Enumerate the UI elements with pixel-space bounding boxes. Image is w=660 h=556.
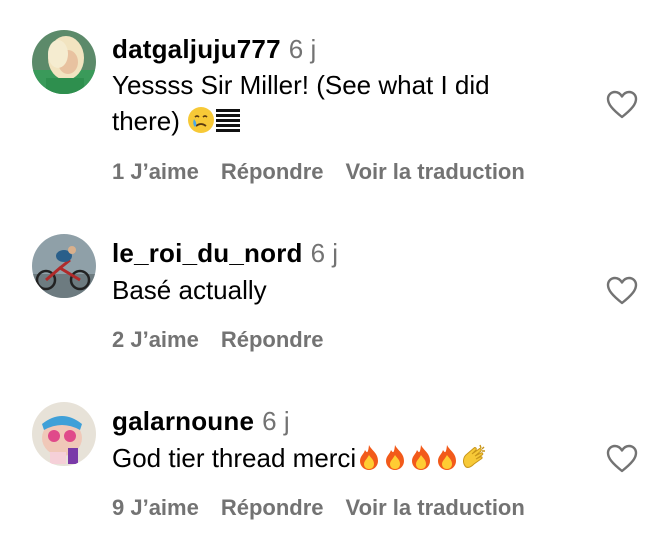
comment-text-line: Yessss Sir Miller! (See what I did: [112, 70, 490, 100]
comment-text-fragment: there): [112, 106, 180, 136]
like-heart-icon[interactable]: [606, 90, 638, 120]
likes-count-button[interactable]: 1 J’aime: [112, 159, 199, 184]
avatar-image: [32, 234, 96, 298]
timestamp[interactable]: 6 j: [289, 34, 316, 64]
like-heart-icon[interactable]: [606, 276, 638, 306]
comment-actions: 1 J’aime Répondre Voir la traduction: [112, 157, 547, 187]
comment-header: galarnoune 6 j: [112, 405, 290, 442]
comment-header: le_roi_du_nord 6 j: [112, 237, 338, 274]
fire-icon: [382, 443, 408, 480]
comment-text: God tier thread merci: [112, 440, 582, 480]
username[interactable]: galarnoune: [112, 406, 254, 436]
see-translation-button[interactable]: Voir la traduction: [346, 495, 525, 520]
like-heart-icon[interactable]: [606, 444, 638, 474]
comment-text-line: God tier thread merci: [112, 440, 582, 480]
avatar[interactable]: [32, 402, 96, 466]
crying-face-icon: [187, 106, 215, 143]
reply-button[interactable]: Répondre: [221, 159, 324, 184]
clapping-hands-icon: [460, 443, 488, 480]
comment-text: Yessss Sir Miller! (See what I did there…: [112, 67, 582, 143]
comment-header: datgaljuju777 6 j: [112, 33, 316, 70]
comment-actions: 9 J’aime Répondre Voir la traduction: [112, 493, 547, 523]
timestamp[interactable]: 6 j: [262, 406, 289, 436]
stacked-lines-icon: [215, 106, 241, 143]
comment-actions: 2 J’aime Répondre: [112, 325, 346, 355]
avatar-image: [32, 402, 96, 466]
likes-count-button[interactable]: 2 J’aime: [112, 327, 199, 352]
see-translation-button[interactable]: Voir la traduction: [346, 159, 525, 184]
fire-icon: [408, 443, 434, 480]
fire-icon: [434, 443, 460, 480]
comment-text-fragment: God tier thread merci: [112, 443, 357, 473]
timestamp[interactable]: 6 j: [311, 238, 338, 268]
avatar[interactable]: [32, 30, 96, 94]
username[interactable]: le_roi_du_nord: [112, 238, 303, 268]
comment-text-line: Basé actually: [112, 275, 267, 305]
reply-button[interactable]: Répondre: [221, 495, 324, 520]
comment-text-line: there): [112, 103, 582, 143]
username[interactable]: datgaljuju777: [112, 34, 281, 64]
comment-text: Basé actually: [112, 272, 582, 308]
avatar-image: [32, 30, 96, 94]
avatar[interactable]: [32, 234, 96, 298]
fire-icon: [356, 443, 382, 480]
likes-count-button[interactable]: 9 J’aime: [112, 495, 199, 520]
reply-button[interactable]: Répondre: [221, 327, 324, 352]
